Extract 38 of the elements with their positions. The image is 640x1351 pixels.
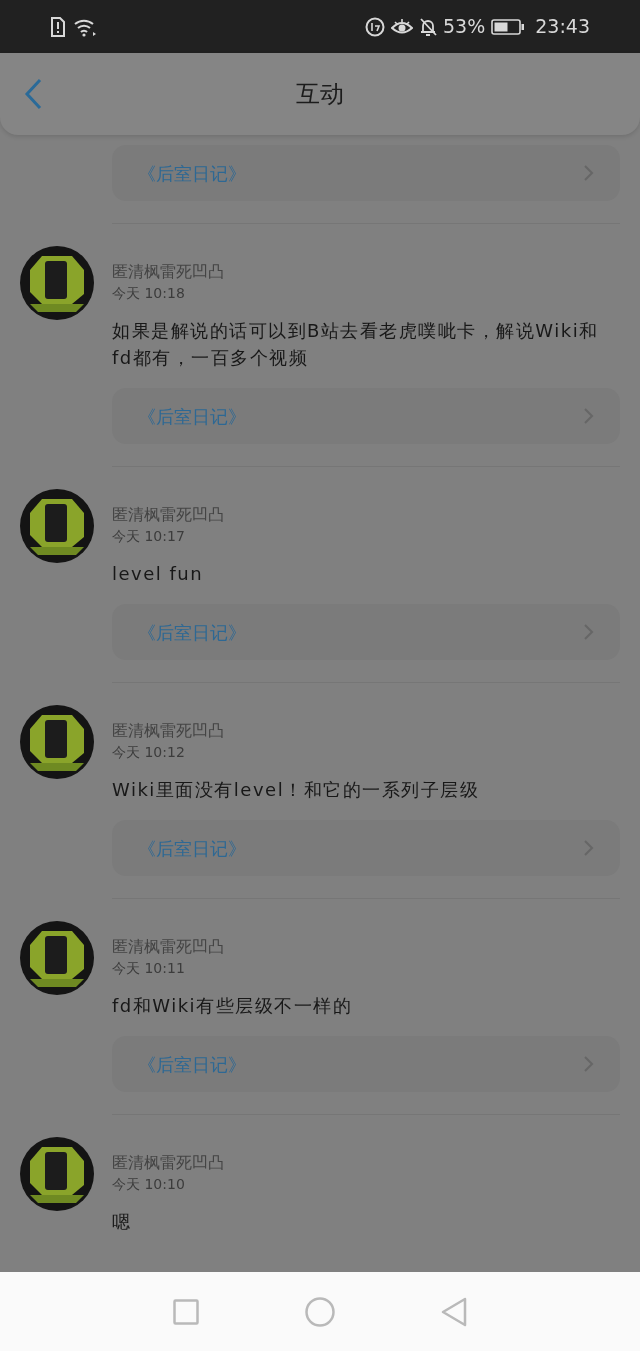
- comment-text: level fun: [112, 562, 205, 586]
- post-link[interactable]: 《后室日记》: [138, 1050, 246, 1078]
- author-name[interactable]: 匿清枫雷死凹凸: [112, 1152, 620, 1174]
- comment-text: 如果是解说的话可以到B站去看老虎噗呲卡，解说Wiki和fd都有，一百多个视频: [112, 319, 600, 370]
- clock-time: 23:43: [535, 14, 590, 40]
- page-title: 互动: [296, 79, 344, 110]
- comment-time: 今天 10:18: [112, 284, 186, 303]
- post-link[interactable]: 《后室日记》: [138, 834, 246, 862]
- author-name[interactable]: 匿清枫雷死凹凸: [112, 504, 620, 526]
- comment-text: fd和Wiki有些层级不一样的: [112, 994, 354, 1018]
- post-link[interactable]: 《后室日记》: [138, 159, 246, 187]
- author-name[interactable]: 匿清枫雷死凹凸: [112, 936, 620, 958]
- bell-off-icon: [419, 16, 437, 37]
- sim-alert-icon: [50, 16, 65, 37]
- data-saver-icon: [365, 16, 385, 37]
- comment-time: 今天 10:10: [112, 1175, 186, 1194]
- linked-post-card[interactable]: 《后室日记》: [112, 820, 620, 876]
- post-link[interactable]: 《后室日记》: [138, 618, 246, 646]
- avatar[interactable]: [20, 1137, 94, 1211]
- author-name[interactable]: 匿清枫雷死凹凸: [112, 720, 620, 742]
- linked-post-card[interactable]: 《后室日记》: [112, 604, 620, 660]
- battery-icon: [491, 17, 526, 36]
- linked-post-card[interactable]: 《后室日记》: [112, 1036, 620, 1092]
- avatar[interactable]: [20, 921, 94, 995]
- linked-post-card[interactable]: 《后室日记》: [112, 388, 620, 444]
- comment-text: Wiki里面没有level！和它的一系列子层级: [112, 778, 481, 802]
- battery-percent: 53%: [443, 14, 486, 40]
- eye-icon: [391, 17, 413, 36]
- comment-text: 嗯: [112, 1210, 133, 1234]
- avatar[interactable]: [20, 246, 94, 320]
- comment-time: 今天 10:17: [112, 527, 186, 546]
- avatar[interactable]: [20, 489, 94, 563]
- comment-time: 今天 10:12: [112, 743, 186, 762]
- comment-time: 今天 10:11: [112, 959, 186, 978]
- post-link[interactable]: 《后室日记》: [138, 402, 246, 430]
- linked-post-card[interactable]: 《后室日记》: [112, 145, 620, 201]
- author-name[interactable]: 匿清枫雷死凹凸: [112, 261, 620, 283]
- avatar[interactable]: [20, 705, 94, 779]
